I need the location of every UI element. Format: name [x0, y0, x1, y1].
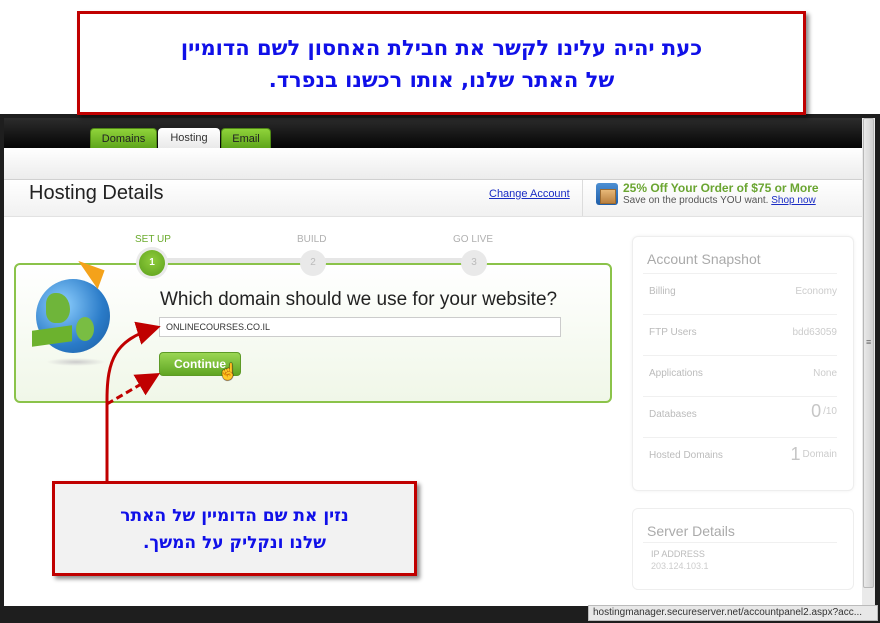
- top-nav-bar: Domains Hosting Email: [4, 118, 862, 148]
- step-1-indicator: 1: [139, 250, 165, 276]
- step-3-indicator: 3: [461, 250, 487, 276]
- snapshot-label: FTP Users: [649, 327, 697, 338]
- account-snapshot-panel: Account Snapshot Billing Economy FTP Use…: [632, 236, 854, 491]
- snapshot-row-databases: Databases 0/10: [643, 396, 837, 438]
- vertical-scrollbar[interactable]: ≡: [862, 118, 875, 606]
- scrollbar-thumb[interactable]: ≡: [863, 118, 874, 588]
- snapshot-row-hosted-domains: Hosted Domains 1 Domain: [643, 437, 837, 479]
- snapshot-big-value: 0: [811, 401, 822, 421]
- callout-line-2: של האתר שלנו, אותו רכשנו בנפרד.: [268, 68, 615, 92]
- server-divider: [643, 542, 837, 543]
- snapshot-label: Applications: [649, 368, 703, 379]
- snapshot-value: None: [813, 368, 837, 379]
- shop-now-link[interactable]: Shop now: [771, 195, 815, 206]
- snapshot-value: 0/10: [811, 401, 837, 422]
- change-account-link[interactable]: Change Account: [489, 188, 570, 200]
- snapshot-value-suffix: /10: [823, 406, 837, 417]
- callout-line-2: שלנו ונקליק על המשך.: [142, 533, 327, 553]
- snapshot-row-ftp-users: FTP Users bdd63059: [643, 314, 837, 356]
- snapshot-label: Databases: [649, 409, 697, 420]
- step-label-build: BUILD: [297, 234, 327, 245]
- promo-subtitle: Save on the products YOU want. Shop now: [623, 195, 816, 206]
- domain-question: Which domain should we use for your webs…: [160, 289, 558, 310]
- step-label-setup: SET UP: [135, 234, 171, 245]
- globe-shadow: [46, 358, 106, 366]
- box-icon: [596, 183, 618, 205]
- promo-subtitle-text: Save on the products YOU want.: [623, 195, 769, 206]
- ip-address-label: IP ADDRESS: [651, 549, 705, 559]
- step-2-indicator: 2: [300, 250, 326, 276]
- tab-domains[interactable]: Domains: [90, 128, 157, 148]
- snapshot-value: bdd63059: [792, 327, 838, 338]
- bottom-instruction-callout: נזין את שם הדומיין של האתר שלנו ונקליק ע…: [52, 481, 417, 576]
- snapshot-big-value: 1: [790, 444, 801, 464]
- snapshot-row-applications: Applications None: [643, 355, 837, 397]
- tab-hosting[interactable]: Hosting: [158, 128, 220, 148]
- domain-input[interactable]: [159, 317, 561, 337]
- server-details-title: Server Details: [647, 523, 735, 539]
- sub-nav-bar: [4, 148, 862, 180]
- step-2-number: 2: [310, 257, 316, 268]
- hand-cursor-icon: ☝: [218, 364, 238, 381]
- snapshot-value-suffix: Domain: [802, 449, 837, 460]
- snapshot-title: Account Snapshot: [647, 251, 761, 267]
- ip-address-value: 203.124.103.1: [651, 561, 709, 571]
- callout-line-1: כעת יהיה עלינו לקשר את חבילת האחסון לשם …: [180, 36, 703, 60]
- tab-email[interactable]: Email: [221, 128, 271, 148]
- status-bar-url: hostingmanager.secureserver.net/accountp…: [588, 605, 878, 621]
- snapshot-value: Economy: [795, 286, 837, 297]
- server-details-panel: Server Details IP ADDRESS 203.124.103.1: [632, 508, 854, 590]
- page-header: Hosting Details Change Account 25% Off Y…: [4, 180, 862, 217]
- snapshot-row-billing: Billing Economy: [643, 273, 837, 315]
- step-1-number: 1: [149, 257, 155, 268]
- step-3-number: 3: [471, 257, 477, 268]
- step-label-go-live: GO LIVE: [453, 234, 494, 245]
- header-divider: [582, 180, 583, 216]
- snapshot-label: Billing: [649, 286, 676, 297]
- snapshot-label: Hosted Domains: [649, 450, 723, 461]
- grip-icon: ≡: [866, 337, 872, 347]
- snapshot-value: 1 Domain: [791, 444, 837, 465]
- top-instruction-callout: כעת יהיה עלינו לקשר את חבילת האחסון לשם …: [77, 11, 806, 115]
- callout-line-1: נזין את שם הדומיין של האתר: [120, 506, 349, 526]
- page-title: Hosting Details: [29, 182, 164, 204]
- promo-title[interactable]: 25% Off Your Order of $75 or More: [623, 181, 819, 195]
